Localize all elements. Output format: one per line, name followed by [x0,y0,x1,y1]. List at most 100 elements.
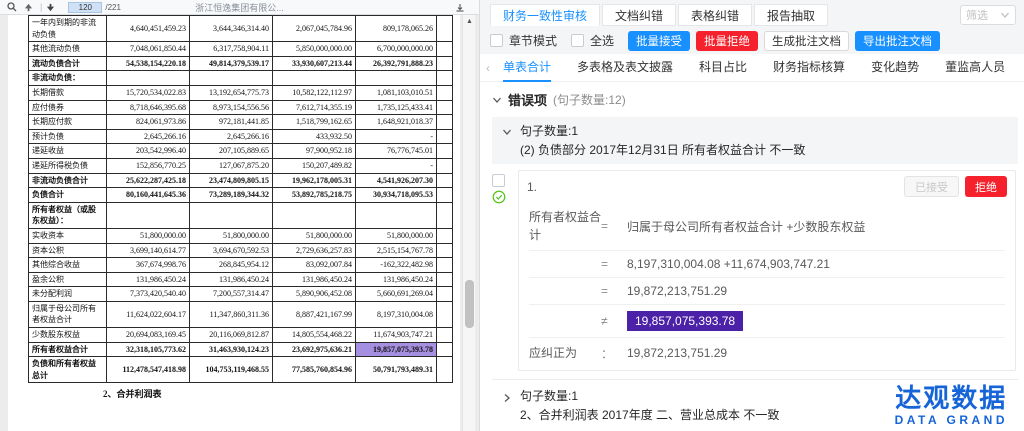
value-cell: 19,962,178,005.31 [273,173,356,188]
empty-cell [437,129,453,144]
chevron-down-icon [492,95,502,105]
value-cell: 131,986,450.24 [190,272,273,287]
formula-row: ≠19,857,075,393.78 [529,304,1005,337]
subtab-5[interactable]: 董监高人员 [945,54,1005,82]
value-cell: 433,932.50 [273,129,356,144]
tab-0[interactable]: 财务一致性审核 [490,4,600,26]
select-all-checkbox[interactable] [571,34,584,47]
value-cell: 268,845,954.12 [190,258,273,273]
empty-cell [437,258,453,273]
value-cell: 1,735,125,433.41 [356,100,437,115]
reject-button[interactable]: 拒绝 [965,176,1007,197]
item-checkbox[interactable] [492,174,505,187]
value-cell [190,202,273,228]
value-cell: 7,048,061,850.44 [107,42,190,57]
row-label-cell: 少数股东权益 [29,328,107,343]
value-cell: 3,699,140,614.77 [107,243,190,258]
formula-operator: = [601,257,627,271]
app-window: | /221 浙江恒逸集团有限公... 一年内到期的非流动负债4,640,451… [0,0,1024,431]
subtab-3[interactable]: 财务指标核算 [773,54,845,82]
formula-breakdown: 所有者权益合计=归属于母公司所有者权益合计 +少数股东权益=8,197,310,… [519,202,1015,370]
value-cell: 14,805,554,468.22 [273,328,356,343]
formula-row: 应纠正为：19,872,213,751.29 [529,337,1005,368]
row-label-cell: 预计负债 [29,129,107,144]
value-cell [356,71,437,86]
formula-label: 所有者权益合计 [529,208,601,244]
value-cell: 2,645,266.16 [190,129,273,144]
table-row: 归属于母公司所有者权益合计11,624,022,604.1711,347,860… [29,301,453,327]
chevron-down-icon [502,127,512,137]
review-subtabs: ‹ 单表合计多表格及表文披露科目占比财务指标核算变化趋势董监高人员变动披露 [480,54,1024,82]
document-scrollbar[interactable]: ▲ [462,15,475,431]
value-cell: 8,718,646,395.68 [107,100,190,115]
table-row: 少数股东权益20,694,083,169.4520,116,069,812.87… [29,328,453,343]
group-description: (2) 负债部分 2017年12月31日 所有者权益合计 不一致 [520,141,1008,158]
tab-3[interactable]: 报告抽取 [754,4,828,26]
empty-cell [437,243,453,258]
row-label-cell: 实收资本 [29,228,107,243]
subtab-4[interactable]: 变化趋势 [871,54,919,82]
row-label-cell: 长期借款 [29,85,107,100]
table-row: 所有者权益合计32,318,105,773.6231,463,930,124.2… [29,342,453,357]
formula-value: 8,197,310,004.08 +11,674,903,747.21 [627,257,1005,271]
page-down-icon[interactable] [45,2,56,13]
table-row: 长期应付款824,061,973.86972,181,441.851,518,7… [29,115,453,130]
page-up-icon[interactable] [23,2,34,13]
value-cell: 49,814,379,539.17 [190,56,273,71]
error-group-expanded[interactable]: 句子数量:1 (2) 负债部分 2017年12月31日 所有者权益合计 不一致 [492,117,1018,164]
subtab-0[interactable]: 单表合计 [503,54,551,82]
value-cell: 2,067,045,784.96 [273,16,356,42]
search-icon[interactable] [6,2,17,13]
export-annotation-doc-button[interactable]: 导出批注文档 [855,31,940,51]
review-panel: 财务一致性审核文档纠错表格纠错报告抽取 筛选 章节模式 全选 批量接受 批量拒绝… [480,0,1024,431]
error-group-collapsed[interactable]: 句子数量:12、合并利润表 2017年度 二、营业总成本 不一致 [492,379,1018,431]
formula-label: 应纠正为 [529,344,601,362]
value-cell: 1,648,921,018.37 [356,115,437,130]
table-row: 盈余公积131,986,450.24131,986,450.24131,986,… [29,272,453,287]
row-label-cell: 盈余公积 [29,272,107,287]
batch-reject-button[interactable]: 批量拒绝 [696,31,758,51]
value-cell: 112,478,547,418.98 [107,357,190,383]
value-cell: 3,694,670,592.53 [190,243,273,258]
empty-cell [437,188,453,203]
review-content: 错误项 (句子数量:12) 句子数量:1 (2) 负债部分 2017年12月31… [480,82,1024,431]
error-section-header[interactable]: 错误项 (句子数量:12) [492,90,1018,109]
empty-cell [437,100,453,115]
value-cell: 5,660,691,269.04 [356,287,437,302]
download-icon[interactable] [454,2,465,13]
collapsed-groups-list: 句子数量:12、合并利润表 2017年度 二、营业总成本 不一致句子数量:12、… [492,379,1018,431]
value-cell: 11,674,903,747.21 [356,328,437,343]
page-number-input[interactable] [68,2,102,13]
value-cell: 4,541,926,207.30 [356,173,437,188]
empty-cell [437,342,453,357]
accepted-button[interactable]: 已接受 [904,176,959,197]
scroll-up-icon[interactable]: ▲ [463,15,476,27]
value-cell: 104,753,119,468.55 [190,357,273,383]
chapter-mode-checkbox[interactable] [490,34,503,47]
row-label-cell: 未分配利润 [29,287,107,302]
value-cell: 50,791,793,489.31 [356,357,437,383]
formula-value: 归属于母公司所有者权益合计 +少数股东权益 [627,218,1005,235]
formula-operator: = [601,219,627,233]
value-cell: 8,887,421,167.99 [273,301,356,327]
value-cell: 150,207,489.82 [273,158,356,173]
batch-accept-button[interactable]: 批量接受 [628,31,690,51]
value-cell: 809,178,065.26 [356,16,437,42]
tab-1[interactable]: 文档纠错 [602,4,676,26]
group-sentence-count: 句子数量:1 [520,387,1018,404]
balance-sheet-table: 一年内到期的非流动负债4,640,451,459.233,644,346,314… [28,15,453,383]
filter-select[interactable]: 筛选 [960,5,1016,25]
scrollbar-thumb[interactable] [465,280,474,328]
table-row: 预计负债2,645,266.162,645,266.16433,932.50- [29,129,453,144]
subtab-2[interactable]: 科目占比 [699,54,747,82]
tab-2[interactable]: 表格纠错 [678,4,752,26]
value-cell [273,71,356,86]
empty-cell [437,301,453,327]
chevron-down-icon [1000,10,1010,20]
generate-annotation-doc-button[interactable]: 生成批注文档 [764,31,849,51]
value-cell: 30,934,718,095.53 [356,188,437,203]
subtab-1[interactable]: 多表格及表文披露 [577,54,673,82]
value-cell: 32,318,105,773.62 [107,342,190,357]
value-cell: 23,474,809,805.15 [190,173,273,188]
value-cell: 51,800,000.00 [356,228,437,243]
